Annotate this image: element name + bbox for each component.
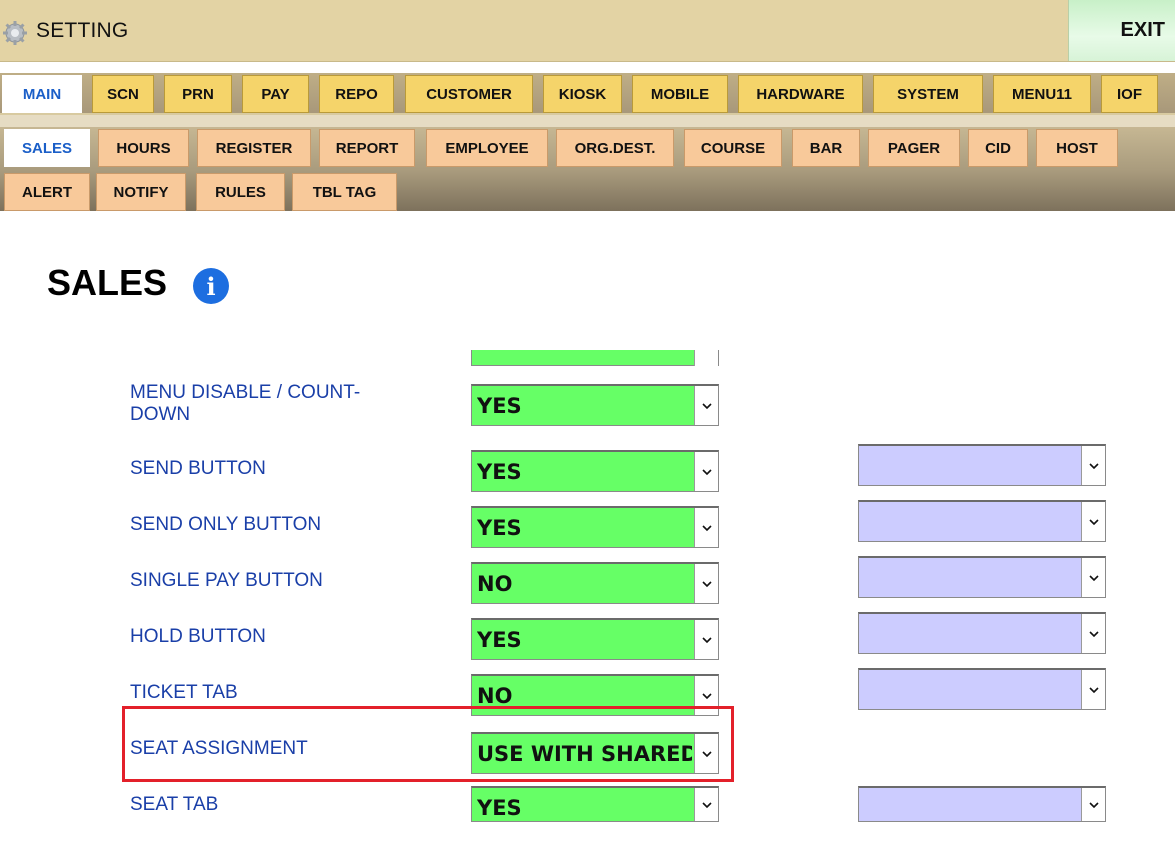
- setting-label-menu-disable-count-down: MENU DISABLE / COUNT- DOWN: [130, 382, 361, 425]
- subtab-employee[interactable]: EMPLOYEE: [426, 129, 548, 167]
- chevron-down-icon: [694, 386, 718, 425]
- select-send-button[interactable]: YES: [471, 450, 719, 492]
- tab-customer[interactable]: CUSTOMER: [405, 75, 533, 113]
- select-value: USE WITH SHARED: [477, 742, 692, 766]
- chevron-down-icon: [1081, 502, 1105, 541]
- chevron-down-icon: [694, 508, 718, 547]
- select-value: YES: [477, 516, 522, 540]
- tab-hardware[interactable]: HARDWARE: [738, 75, 863, 113]
- tab-repo[interactable]: REPO: [319, 75, 394, 113]
- subtab-alert[interactable]: ALERT: [4, 173, 90, 211]
- select-value: NO: [477, 572, 513, 596]
- secondary-select-seat-tab[interactable]: [858, 786, 1106, 822]
- secondary-select-single-pay-button[interactable]: [858, 556, 1106, 598]
- select-hold-button[interactable]: YES: [471, 618, 719, 660]
- subtab-bar[interactable]: BAR: [792, 129, 860, 167]
- subtab-host[interactable]: HOST: [1036, 129, 1118, 167]
- subtab-org-dest[interactable]: ORG.DEST.: [556, 129, 674, 167]
- select-value: NO: [477, 684, 513, 708]
- subtab-rules[interactable]: RULES: [196, 173, 285, 211]
- tab-iof[interactable]: IOF: [1101, 75, 1158, 113]
- chevron-down-icon: [694, 350, 718, 366]
- secondary-select-hold-button[interactable]: [858, 612, 1106, 654]
- secondary-select-send-button[interactable]: [858, 444, 1106, 486]
- secondary-select-send-only-button[interactable]: [858, 500, 1106, 542]
- setting-label-single-pay-button: SINGLE PAY BUTTON: [130, 570, 323, 591]
- select-ticket-tab[interactable]: NO: [471, 674, 719, 716]
- tab-scn[interactable]: SCN: [92, 75, 154, 113]
- subtab-pager[interactable]: PAGER: [868, 129, 960, 167]
- info-icon[interactable]: i: [193, 268, 229, 304]
- chevron-down-icon: [1081, 446, 1105, 485]
- subtab-register[interactable]: REGISTER: [197, 129, 311, 167]
- tab-kiosk[interactable]: KIOSK: [543, 75, 622, 113]
- chevron-down-icon: [1081, 670, 1105, 709]
- chevron-down-icon: [1081, 788, 1105, 821]
- chevron-down-icon: [694, 676, 718, 715]
- select-seat-tab[interactable]: YES: [471, 786, 719, 822]
- setting-label-send-button: SEND BUTTON: [130, 458, 266, 479]
- chevron-down-icon: [694, 620, 718, 659]
- chevron-down-icon: [1081, 614, 1105, 653]
- tab-pay[interactable]: PAY: [242, 75, 309, 113]
- subtab-report[interactable]: REPORT: [319, 129, 415, 167]
- setting-label-send-only-button: SEND ONLY BUTTON: [130, 514, 322, 535]
- select-value: YES: [477, 460, 522, 484]
- select-value: YES: [477, 796, 522, 820]
- tab-system[interactable]: SYSTEM: [873, 75, 983, 113]
- page-title: SALES: [47, 262, 168, 303]
- tab-mobile[interactable]: MOBILE: [632, 75, 728, 113]
- tab-menu11[interactable]: MENU11: [993, 75, 1091, 113]
- select-menu-disable-count-down[interactable]: YES: [471, 384, 719, 426]
- main-tab-bar: MAIN SCN PRN PAY REPO CUSTOMER KIOSK MOBILE HARD…: [0, 73, 1175, 115]
- select-single-pay-button[interactable]: NO: [471, 562, 719, 604]
- sub-tab-bar: SALES HOURS REGISTER REPORT EMPLOYEE ORG.DEST…: [0, 127, 1175, 171]
- chevron-down-icon: [694, 788, 718, 821]
- select-send-only-button[interactable]: YES: [471, 506, 719, 548]
- subtab-sales[interactable]: SALES: [4, 129, 90, 167]
- setting-label-hold-button: HOLD BUTTON: [130, 626, 266, 647]
- tab-main[interactable]: MAIN: [2, 75, 82, 113]
- setting-label-seat-tab: SEAT TAB: [130, 794, 219, 815]
- chevron-down-icon: [694, 564, 718, 603]
- chevron-down-icon: [1081, 558, 1105, 597]
- secondary-select-ticket-tab[interactable]: [858, 668, 1106, 710]
- exit-button[interactable]: EXIT: [1068, 0, 1175, 61]
- subtab-hours[interactable]: HOURS: [98, 129, 189, 167]
- setting-label-seat-assignment: SEAT ASSIGNMENT: [130, 738, 308, 759]
- subtab-tbl-tag[interactable]: TBL TAG: [292, 173, 397, 211]
- gear-icon: [3, 21, 27, 45]
- subtab-course[interactable]: COURSE: [684, 129, 782, 167]
- sub-tab-bar-2: ALERT NOTIFY RULES TBL TAG: [0, 171, 1175, 211]
- select-value: YES: [477, 394, 522, 418]
- setting-label-ticket-tab: TICKET TAB: [130, 682, 238, 703]
- chevron-down-icon: [694, 734, 718, 773]
- partial-select[interactable]: [471, 350, 719, 366]
- tab-divider: [0, 115, 1175, 127]
- select-seat-assignment[interactable]: USE WITH SHARED: [471, 732, 719, 774]
- app-title: SETTING: [36, 19, 129, 42]
- title-bar: SETTING EXIT: [0, 0, 1175, 62]
- tab-prn[interactable]: PRN: [164, 75, 232, 113]
- select-value: YES: [477, 628, 522, 652]
- subtab-notify[interactable]: NOTIFY: [96, 173, 186, 211]
- subtab-cid[interactable]: CID: [968, 129, 1028, 167]
- chevron-down-icon: [694, 452, 718, 491]
